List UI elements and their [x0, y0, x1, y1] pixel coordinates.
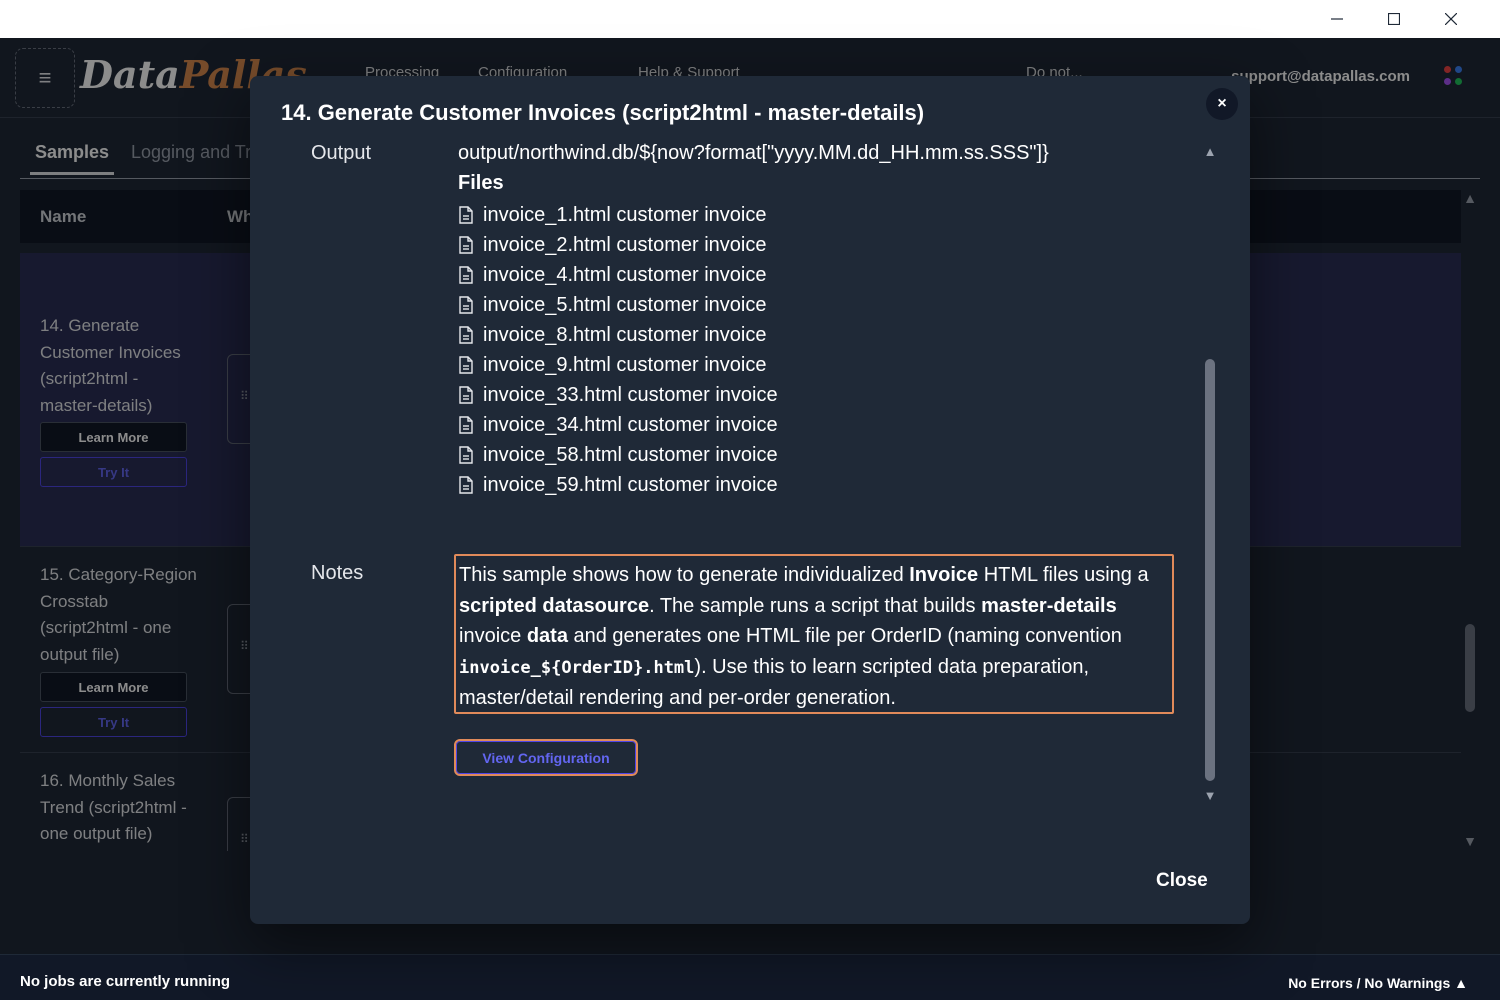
close-icon [1445, 13, 1457, 25]
file-icon [459, 206, 473, 224]
dialog-close-x-button[interactable]: × [1206, 88, 1238, 120]
window-titlebar [0, 0, 1500, 38]
window-close-button[interactable] [1423, 0, 1479, 38]
file-icon [459, 356, 473, 374]
close-button[interactable]: Close [1156, 870, 1208, 892]
list-item[interactable]: invoice_4.html customer invoice [458, 260, 778, 290]
maximize-button[interactable] [1366, 0, 1422, 38]
dialog-scrollbar-thumb[interactable] [1205, 359, 1215, 781]
list-item[interactable]: invoice_2.html customer invoice [458, 230, 778, 260]
file-icon [459, 386, 473, 404]
notes-text: This sample shows how to generate indivi… [454, 554, 1174, 714]
file-icon [459, 446, 473, 464]
scroll-up-arrow-icon[interactable]: ▲ [1203, 144, 1217, 159]
list-item[interactable]: invoice_58.html customer invoice [458, 440, 778, 470]
jobs-status: No jobs are currently running [20, 973, 231, 990]
maximize-icon [1388, 13, 1400, 25]
list-item[interactable]: invoice_8.html customer invoice [458, 320, 778, 350]
dialog-title: 14. Generate Customer Invoices (script2h… [281, 100, 925, 125]
output-path: output/northwind.db/${now?format["yyyy.M… [458, 142, 1049, 164]
file-icon [459, 416, 473, 434]
scroll-down-arrow-icon[interactable]: ▼ [1203, 788, 1217, 803]
file-icon [459, 326, 473, 344]
close-icon: × [1217, 95, 1227, 112]
list-item[interactable]: invoice_1.html customer invoice [458, 200, 778, 230]
list-item[interactable]: invoice_59.html customer invoice [458, 470, 778, 500]
minimize-button[interactable] [1309, 0, 1365, 38]
minimize-icon [1331, 18, 1343, 20]
list-item[interactable]: invoice_34.html customer invoice [458, 410, 778, 440]
sample-details-dialog: 14. Generate Customer Invoices (script2h… [250, 76, 1250, 924]
list-item[interactable]: invoice_9.html customer invoice [458, 350, 778, 380]
status-bar: No jobs are currently running No Errors … [0, 954, 1500, 1000]
file-icon [459, 266, 473, 284]
file-list: invoice_1.html customer invoice invoice_… [458, 200, 778, 500]
view-configuration-button[interactable]: View Configuration [454, 739, 638, 776]
list-item[interactable]: invoice_33.html customer invoice [458, 380, 778, 410]
list-item[interactable]: invoice_5.html customer invoice [458, 290, 778, 320]
notes-label: Notes [311, 562, 364, 584]
file-icon [459, 236, 473, 254]
file-icon [459, 476, 473, 494]
file-icon [459, 296, 473, 314]
output-label: Output [311, 142, 372, 164]
errors-status[interactable]: No Errors / No Warnings ▲ [1288, 975, 1468, 991]
files-heading: Files [458, 172, 504, 194]
